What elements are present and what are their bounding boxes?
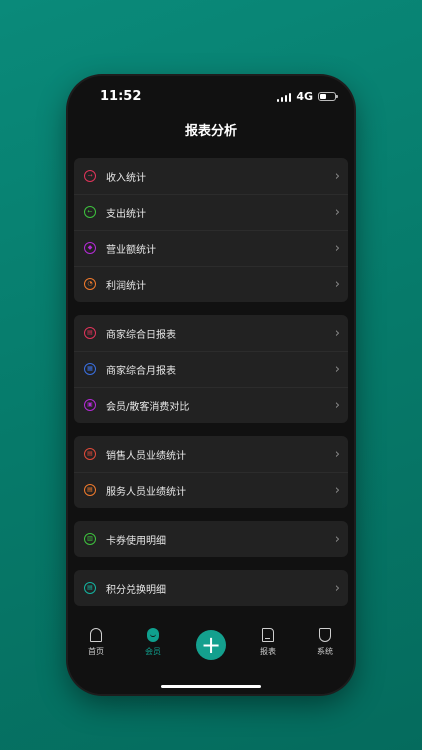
menu-group: ▥ 卡券使用明细 ›	[74, 521, 348, 557]
menu-item-label: 积分兑换明细	[106, 584, 166, 596]
service-staff-icon: ▤	[84, 484, 96, 496]
menu-item-points[interactable]: ▤ 积分兑换明细 ›	[74, 570, 348, 606]
sales-staff-icon: ▤	[84, 448, 96, 460]
signal-icon	[276, 92, 292, 102]
tab-member-label: 会员	[145, 647, 161, 656]
menu-item-label: 商家综合日报表	[106, 329, 176, 341]
menu-group: ▤ 商家综合日报表 › ▦ 商家综合月报表 › ▣ 会员/散客消费对比 ›	[74, 315, 348, 423]
menu-group: ▤ 销售人员业绩统计 › ▤ 服务人员业绩统计 ›	[74, 436, 348, 508]
status-indicators: 4G	[276, 90, 338, 103]
menu-item-label: 服务人员业绩统计	[106, 486, 186, 498]
menu-item-expense[interactable]: ← 支出统计 ›	[74, 194, 348, 230]
menu-item-label: 利润统计	[106, 280, 146, 292]
menu-item-label: 收入统计	[106, 172, 146, 184]
add-button[interactable]: +	[196, 630, 226, 660]
tab-system[interactable]: 系统	[300, 628, 350, 657]
menu-item-service-staff[interactable]: ▤ 服务人员业绩统计 ›	[74, 472, 348, 508]
menu-item-coupon[interactable]: ▥ 卡券使用明细 ›	[74, 521, 348, 557]
member-compare-icon: ▣	[84, 399, 96, 411]
menu-item-member-compare[interactable]: ▣ 会员/散客消费对比 ›	[74, 387, 348, 423]
plus-icon: +	[200, 631, 222, 659]
tab-home-label: 首页	[88, 647, 104, 656]
menu-group: → 收入统计 › ← 支出统计 › ◆ 营业额统计 › ◔ 利润统计 ›	[74, 158, 348, 302]
income-icon: →	[84, 170, 96, 182]
menu-item-label: 卡券使用明细	[106, 535, 166, 547]
menu-item-label: 销售人员业绩统计	[106, 450, 186, 462]
chevron-right-icon: ›	[334, 482, 340, 498]
tab-report[interactable]: 报表	[243, 628, 293, 657]
report-icon	[262, 628, 274, 642]
menu-item-label: 营业额统计	[106, 244, 156, 256]
chevron-right-icon: ›	[334, 240, 340, 256]
expense-icon: ←	[84, 206, 96, 218]
chevron-right-icon: ›	[334, 397, 340, 413]
chevron-right-icon: ›	[334, 531, 340, 547]
daily-report-icon: ▤	[84, 327, 96, 339]
coupon-icon: ▥	[84, 533, 96, 545]
chevron-right-icon: ›	[334, 276, 340, 292]
menu-item-label: 商家综合月报表	[106, 365, 176, 377]
chevron-right-icon: ›	[334, 168, 340, 184]
chevron-right-icon: ›	[334, 204, 340, 220]
network-type: 4G	[296, 90, 313, 103]
status-time: 11:52	[100, 89, 142, 104]
menu-item-sales-staff[interactable]: ▤ 销售人员业绩统计 ›	[74, 436, 348, 472]
menu-item-profit[interactable]: ◔ 利润统计 ›	[74, 266, 348, 302]
profit-icon: ◔	[84, 278, 96, 290]
menu-item-monthly-report[interactable]: ▦ 商家综合月报表 ›	[74, 351, 348, 387]
phone-frame: 11:52 4G 报表分析 → 收入统计 › ← 支出统计 › ◆ 营业额统计 › ◔ 利润统计 › ▤…	[68, 76, 354, 694]
tab-report-label: 报表	[260, 647, 276, 656]
chevron-right-icon: ›	[334, 325, 340, 341]
home-indicator	[161, 685, 261, 688]
tab-member[interactable]: 会员	[128, 628, 178, 657]
menu-item-label: 会员/散客消费对比	[106, 401, 190, 413]
menu-group: ▤ 积分兑换明细 ›	[74, 570, 348, 606]
status-bar: 11:52 4G	[68, 76, 354, 116]
menu-item-daily-report[interactable]: ▤ 商家综合日报表 ›	[74, 315, 348, 351]
monthly-report-icon: ▦	[84, 363, 96, 375]
report-menu: → 收入统计 › ← 支出统计 › ◆ 营业额统计 › ◔ 利润统计 › ▤ 商家综合日报表 › ▦ 商家综合月…	[74, 158, 348, 619]
page-title: 报表分析	[184, 124, 237, 139]
battery-icon	[318, 92, 338, 101]
home-icon	[90, 628, 102, 642]
tab-system-label: 系统	[317, 647, 333, 656]
menu-item-label: 支出统计	[106, 208, 146, 220]
menu-item-revenue[interactable]: ◆ 营业额统计 ›	[74, 230, 348, 266]
points-icon: ▤	[84, 582, 96, 594]
shield-icon	[319, 628, 331, 642]
revenue-icon: ◆	[84, 242, 96, 254]
member-icon	[147, 628, 159, 642]
tab-home[interactable]: 首页	[71, 628, 121, 657]
menu-item-income[interactable]: → 收入统计 ›	[74, 158, 348, 194]
chevron-right-icon: ›	[334, 361, 340, 377]
chevron-right-icon: ›	[334, 446, 340, 462]
chevron-right-icon: ›	[334, 580, 340, 596]
